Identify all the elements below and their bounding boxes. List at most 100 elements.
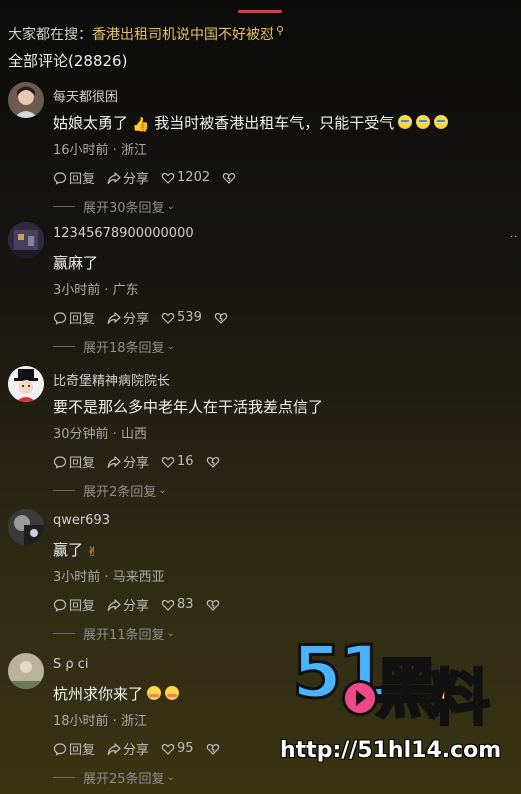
divider [53,206,75,207]
comment-text: 要不是那么多中老年人在干活我差点信了 [53,398,324,416]
dislike-button[interactable] [214,311,230,325]
comment-username[interactable]: S ρ ci [53,657,89,672]
tab-indicator [238,10,282,13]
avatar[interactable] [8,653,44,689]
share-arrow-icon [107,742,121,755]
comment-actions: 回复 分享 539 [53,308,242,327]
share-button[interactable]: 分享 [107,595,149,614]
watermark: 51 黑 料 http://51hl14.com [280,629,515,780]
trending-search-link[interactable]: 香港出租司机说中国不好被怼 [92,27,274,43]
divider [53,633,75,634]
avatar[interactable] [8,82,44,118]
heart-icon [161,456,175,468]
avatar[interactable] [8,222,44,258]
broken-heart-icon [222,172,236,184]
thumbs-up-emoji-icon: 👍 [132,117,150,133]
like-button[interactable]: 539 [161,310,202,325]
watermark-logo-char: 料 [429,663,492,736]
peace-hand-emoji-icon: ✌ [87,545,98,560]
expand-replies-label: 展开11条回复 [83,628,165,643]
reply-button[interactable]: 回复 [53,595,95,614]
share-button[interactable]: 分享 [107,452,149,471]
comment-item: 12345678900000000 赢麻了 3小时前 · 广东 回复 分享 53… [0,222,521,362]
comment-text: 姑娘太勇了 👍 我当时被香港出租车气，只能干受气 [53,112,449,133]
reply-button[interactable]: 回复 [53,739,95,758]
avatar[interactable] [8,366,44,402]
reply-label: 回复 [69,456,96,471]
divider [53,346,75,347]
comment-meta: 30分钟前 · 山西 [53,427,147,442]
share-button[interactable]: 分享 [107,739,149,758]
comment-username[interactable]: 比奇堡精神病院院长 [53,370,170,389]
crying-emoji-icon [416,115,431,129]
chevron-down-icon: ⌄ [166,341,175,352]
reply-label: 回复 [69,172,96,187]
reply-button[interactable]: 回复 [53,308,95,327]
heart-icon [161,172,175,184]
dislike-button[interactable] [222,171,238,185]
reply-button[interactable]: 回复 [53,452,95,471]
share-label: 分享 [123,172,150,187]
chevron-down-icon: ⌄ [158,485,167,496]
expand-replies-button[interactable]: 展开25条回复 ⌄ [53,768,175,787]
like-button[interactable]: 16 [161,454,194,469]
like-count: 16 [177,454,194,469]
like-button[interactable]: 1202 [161,170,210,185]
comment-meta: 18小时前 · 浙江 [53,714,147,729]
reply-button[interactable]: 回复 [53,168,95,187]
expand-replies-label: 展开25条回复 [83,772,165,787]
like-button[interactable]: 83 [161,597,194,612]
expand-replies-button[interactable]: 展开30条回复 ⌄ [53,197,175,216]
comment-item: 比奇堡精神病院院长 要不是那么多中老年人在干活我差点信了 30分钟前 · 山西 … [0,366,521,506]
comment-item: 每天都很困 姑娘太勇了 👍 我当时被香港出租车气，只能干受气 16小时前 · 浙江… [0,82,521,222]
like-count: 539 [177,310,202,325]
comment-username[interactable]: 每天都很困 [53,86,118,105]
comment-actions: 回复 分享 1202 [53,168,250,187]
flushed-emoji-icon [147,686,162,700]
heart-icon [161,312,175,324]
share-button[interactable]: 分享 [107,168,149,187]
trending-search-bar[interactable]: 大家都在搜：香港出租司机说中国不好被怼 ⚲ [8,24,284,44]
reply-label: 回复 [69,599,96,614]
comment-meta: 16小时前 · 浙江 [53,143,147,158]
like-count: 1202 [177,170,211,185]
heart-icon [161,599,175,611]
dislike-button[interactable] [206,455,222,469]
broken-heart-icon [206,599,219,611]
comment-actions: 回复 分享 83 [53,595,234,614]
comment-text: 杭州求你来了 [53,683,180,704]
share-arrow-icon [107,311,121,324]
expand-replies-button[interactable]: 展开11条回复 ⌄ [53,624,175,643]
dislike-button[interactable] [206,742,222,756]
like-count: 95 [177,741,194,756]
share-label: 分享 [123,743,150,758]
expand-replies-label: 展开2条回复 [83,485,157,500]
chevron-down-icon: ⌄ [166,772,175,783]
like-button[interactable]: 95 [161,741,194,756]
dislike-button[interactable] [206,598,222,612]
expand-replies-label: 展开18条回复 [83,341,165,356]
comment-bubble-icon [53,311,67,325]
reply-label: 回复 [69,743,96,758]
comment-actions: 回复 分享 16 [53,452,234,471]
share-arrow-icon [107,171,121,184]
avatar[interactable] [8,509,44,545]
chevron-down-icon: ⌄ [166,628,175,639]
share-button[interactable]: 分享 [107,308,149,327]
heart-icon [161,743,175,755]
comment-text: 赢了 ✌ [53,539,98,560]
search-icon: ⚲ [276,24,285,37]
comment-bubble-icon [53,455,67,469]
comment-username[interactable]: qwer693 [53,513,110,528]
expand-replies-button[interactable]: 展开2条回复 ⌄ [53,481,167,500]
trending-search-prefix: 大家都在搜： [8,27,92,43]
play-icon [342,680,378,716]
watermark-url: http://51hl14.com [280,738,502,763]
broken-heart-icon [206,743,219,755]
divider [53,490,75,491]
crying-emoji-icon [434,115,449,129]
comment-username[interactable]: 12345678900000000 [53,226,194,241]
share-arrow-icon [107,598,121,611]
comment-text: 赢麻了 [53,254,99,272]
expand-replies-button[interactable]: 展开18条回复 ⌄ [53,337,175,356]
